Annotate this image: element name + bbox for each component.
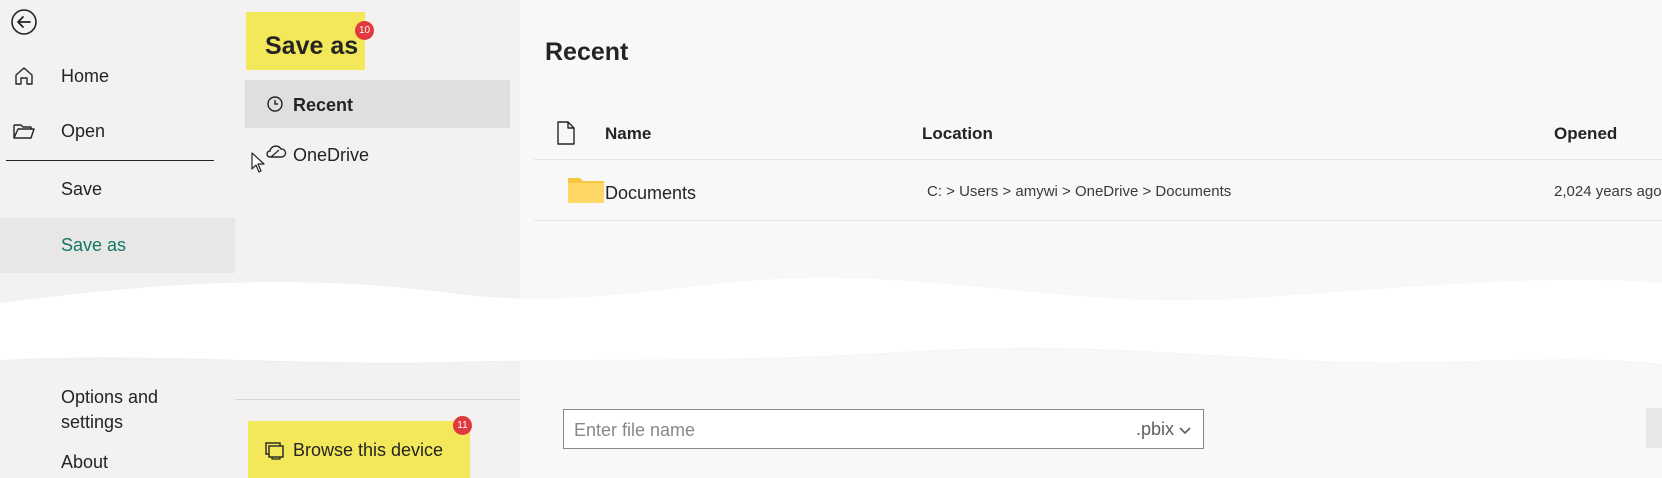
location-onedrive-label: OneDrive <box>293 145 370 165</box>
clock-icon <box>265 94 285 114</box>
file-extension: .pbix <box>1135 419 1174 439</box>
folder-icon <box>568 178 604 203</box>
row-opened: 2,024 years ago <box>1554 183 1662 200</box>
recent-files-panel: Recent Name Location Opened Documents C:… <box>520 0 1662 478</box>
nav-home[interactable]: Home <box>0 50 235 102</box>
location-recent-label: Recent <box>293 95 354 115</box>
file-name-input[interactable] <box>564 410 1116 450</box>
browse-this-device-button[interactable]: Browse this device <box>248 421 470 478</box>
browse-this-device-label: Browse this device <box>293 440 444 460</box>
nav-save-as[interactable]: Save as <box>0 218 235 273</box>
nav-options[interactable]: Options and settings <box>0 382 235 438</box>
pane-divider <box>235 399 520 400</box>
back-arrow-icon <box>11 9 37 35</box>
location-recent[interactable]: Recent <box>245 80 510 128</box>
save-locations-pane: Save as 10 Recent OneDrive Browse this d… <box>235 0 520 478</box>
save-as-heading: Save as <box>265 32 359 60</box>
nav-open[interactable]: Open <box>0 105 235 157</box>
row-divider <box>534 220 1662 221</box>
nav-divider <box>6 160 214 161</box>
computer-folder-icon <box>264 440 284 460</box>
nav-save-as-label: Save as <box>61 235 127 255</box>
back-button[interactable] <box>10 8 38 36</box>
nav-about[interactable]: About <box>0 447 235 477</box>
file-icon <box>557 121 575 145</box>
file-type-dropdown[interactable]: .pbix <box>1136 419 1191 440</box>
panel-title: Recent <box>545 38 629 66</box>
backstage-nav: Home Open Save Save as Options and setti… <box>0 0 235 478</box>
nav-save-label: Save <box>61 178 103 199</box>
step-badge: 10 <box>355 21 374 40</box>
home-icon <box>12 64 36 88</box>
column-header-location[interactable]: Location <box>922 124 993 144</box>
mouse-cursor-icon <box>251 152 265 173</box>
folder-open-icon <box>12 119 36 143</box>
cloud-icon <box>265 142 287 162</box>
chevron-down-icon <box>1179 427 1191 435</box>
step-badge: 11 <box>453 416 472 435</box>
save-as-heading-highlight: Save as <box>246 12 365 70</box>
row-location: C: > Users > amywi > OneDrive > Document… <box>927 183 1232 200</box>
table-row[interactable]: Documents C: > Users > amywi > OneDrive … <box>534 160 1662 220</box>
nav-home-label: Home <box>61 65 110 86</box>
torn-edge-overlay <box>0 277 1662 364</box>
column-header-opened[interactable]: Opened <box>1554 124 1617 144</box>
row-name: Documents <box>605 183 697 203</box>
nav-options-label: Options and settings <box>61 387 159 432</box>
file-name-field[interactable]: .pbix <box>563 409 1204 450</box>
nav-open-label: Open <box>61 120 106 141</box>
nav-about-label: About <box>61 451 109 472</box>
save-button-edge[interactable] <box>1646 408 1662 448</box>
column-header-name[interactable]: Name <box>605 124 651 144</box>
location-onedrive[interactable]: OneDrive <box>245 130 510 178</box>
nav-save[interactable]: Save <box>0 163 235 215</box>
